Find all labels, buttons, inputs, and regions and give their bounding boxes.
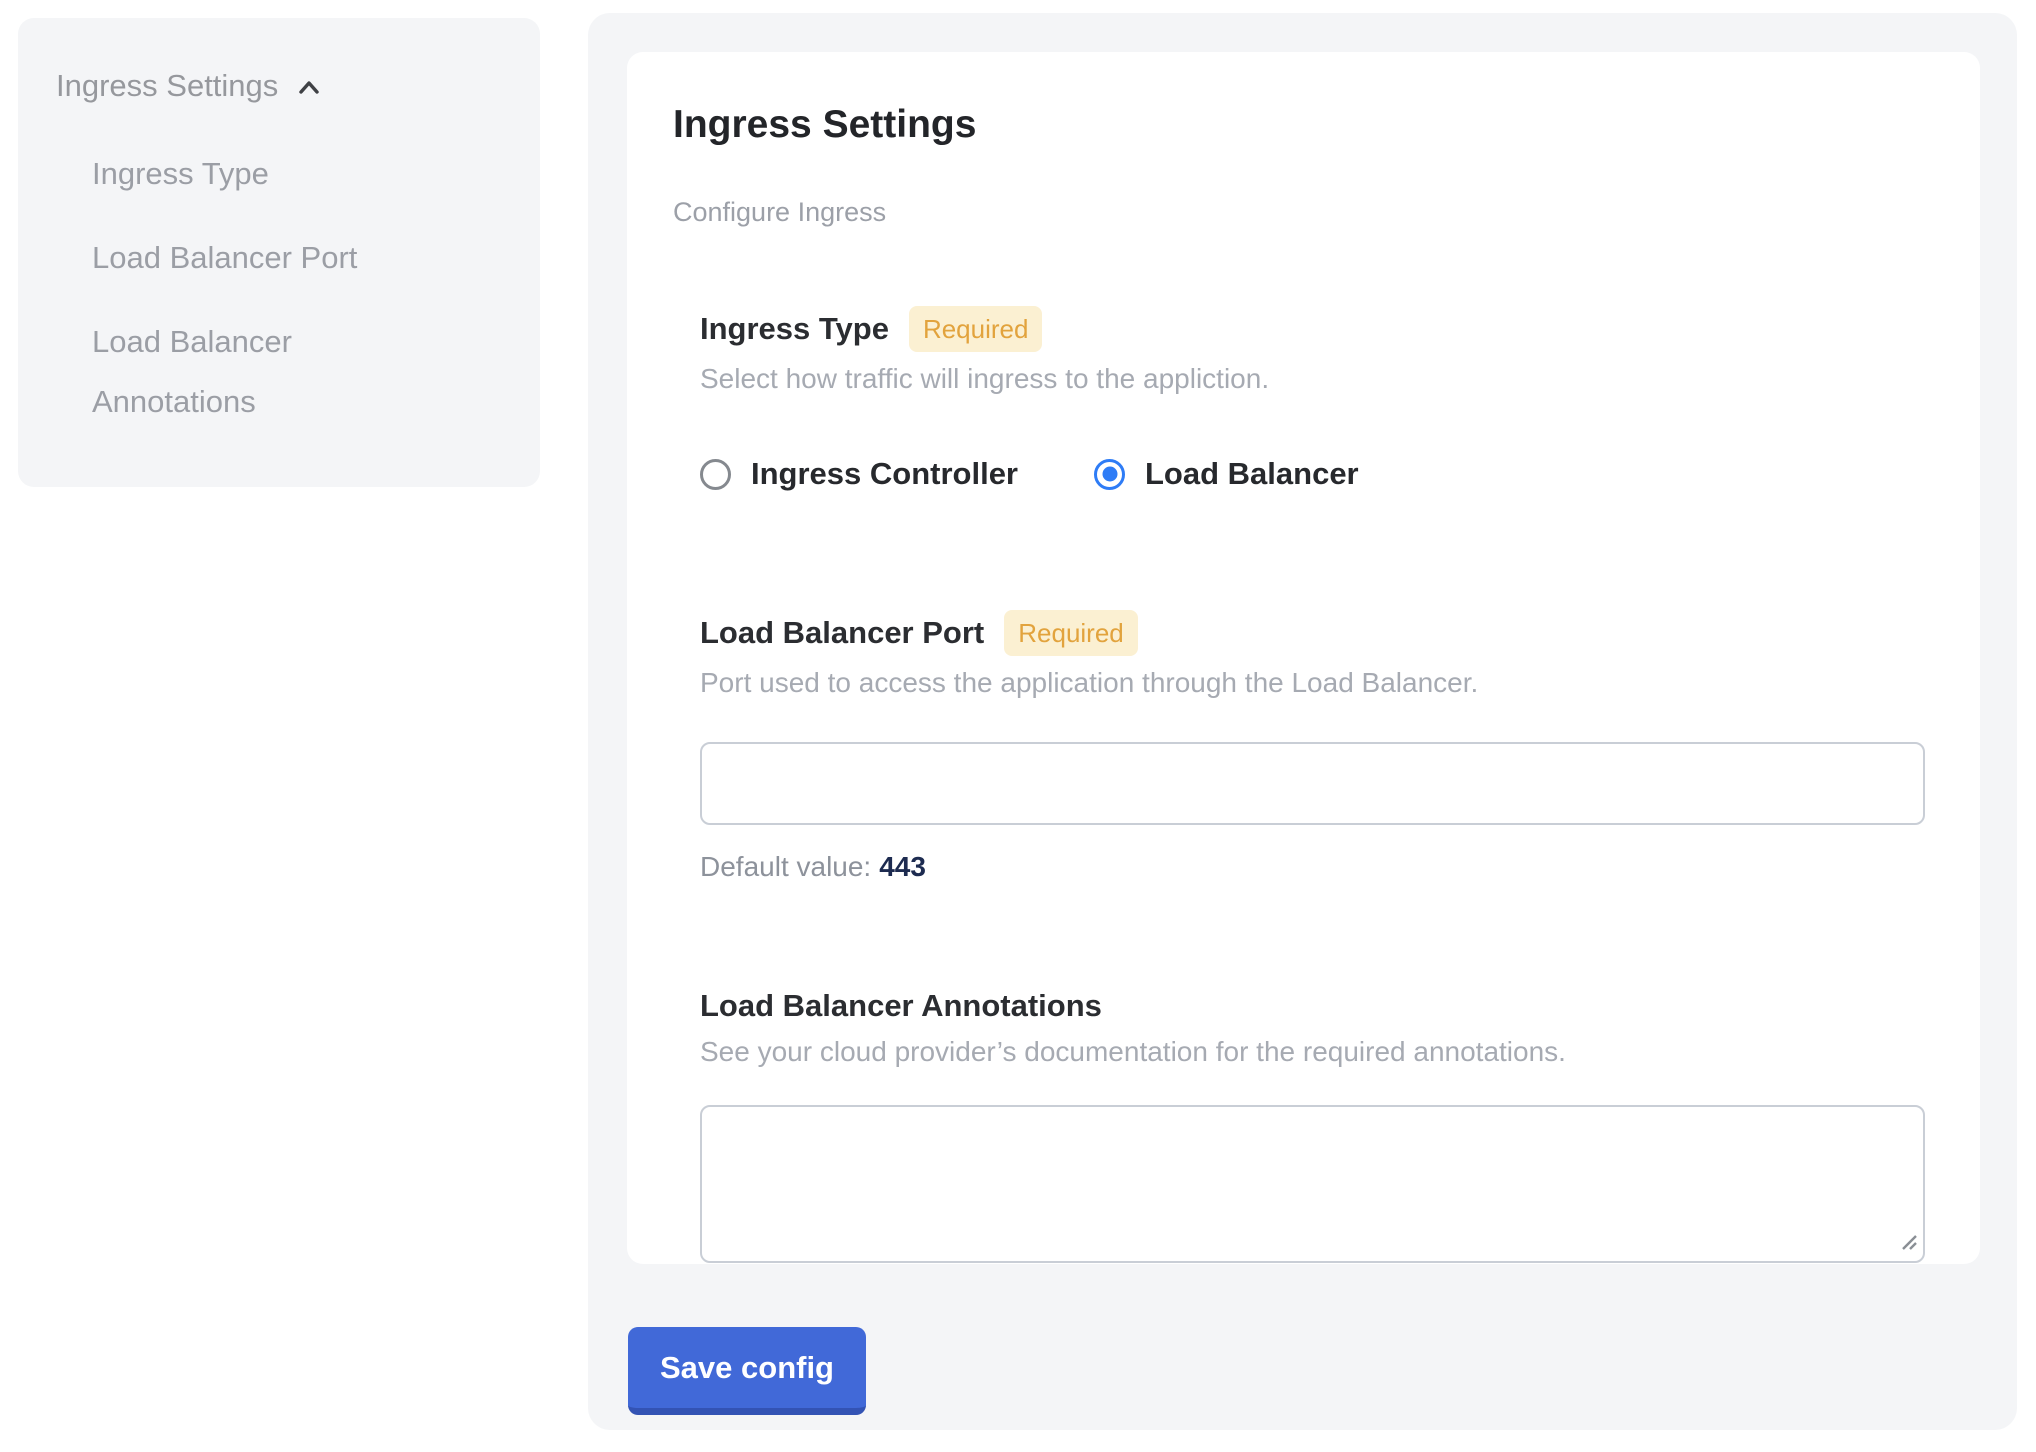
sidebar-item-ingress-type[interactable]: Ingress Type [92, 144, 422, 204]
ingress-settings-card: Ingress Settings Configure Ingress Ingre… [627, 52, 1980, 1264]
default-value-label: Default value: [700, 851, 871, 882]
required-badge: Required [909, 306, 1043, 352]
radio-unselected-icon[interactable] [700, 459, 731, 490]
load-balancer-annotations-label: Load Balancer Annotations [700, 987, 1102, 1025]
ingress-type-description: Select how traffic will ingress to the a… [700, 362, 1980, 396]
ingress-settings-panel: Ingress Settings Configure Ingress Ingre… [588, 13, 2017, 1430]
default-value: 443 [879, 851, 926, 882]
save-config-button[interactable]: Save config [628, 1327, 866, 1415]
radio-label-ingress-controller: Ingress Controller [751, 456, 1018, 492]
ingress-type-label: Ingress Type [700, 310, 889, 348]
form-sections: Ingress Type Required Select how traffic… [700, 306, 1980, 1263]
sidebar-group-label: Ingress Settings [56, 64, 278, 108]
sidebar-item-load-balancer-port[interactable]: Load Balancer Port [92, 228, 422, 288]
load-balancer-port-input[interactable] [700, 742, 1925, 825]
load-balancer-port-label: Load Balancer Port [700, 614, 984, 652]
sidebar-group-ingress-settings[interactable]: Ingress Settings [56, 64, 510, 108]
section-load-balancer-port: Load Balancer Port Required Port used to… [700, 610, 1980, 883]
settings-sidebar: Ingress Settings Ingress Type Load Balan… [18, 18, 540, 487]
default-value-line: Default value: 443 [700, 851, 1980, 883]
required-badge: Required [1004, 610, 1138, 656]
radio-selected-icon[interactable] [1094, 459, 1125, 490]
section-load-balancer-annotations: Load Balancer Annotations See your cloud… [700, 987, 1980, 1263]
radio-label-load-balancer: Load Balancer [1145, 456, 1359, 492]
sidebar-item-list: Ingress Type Load Balancer Port Load Bal… [92, 144, 510, 432]
radio-option-ingress-controller[interactable]: Ingress Controller [700, 456, 1018, 492]
section-ingress-type: Ingress Type Required Select how traffic… [700, 306, 1980, 492]
sidebar-item-load-balancer-annotations[interactable]: Load Balancer Annotations [92, 312, 422, 432]
load-balancer-port-description: Port used to access the application thro… [700, 666, 1980, 700]
load-balancer-annotations-description: See your cloud provider’s documentation … [700, 1035, 1980, 1069]
page-subtitle: Configure Ingress [673, 196, 1980, 228]
load-balancer-annotations-textarea[interactable] [700, 1105, 1925, 1263]
radio-option-load-balancer[interactable]: Load Balancer [1094, 456, 1359, 492]
chevron-up-icon [294, 73, 324, 103]
page-title: Ingress Settings [673, 102, 1980, 148]
ingress-type-radio-group: Ingress Controller Load Balancer [700, 456, 1980, 492]
